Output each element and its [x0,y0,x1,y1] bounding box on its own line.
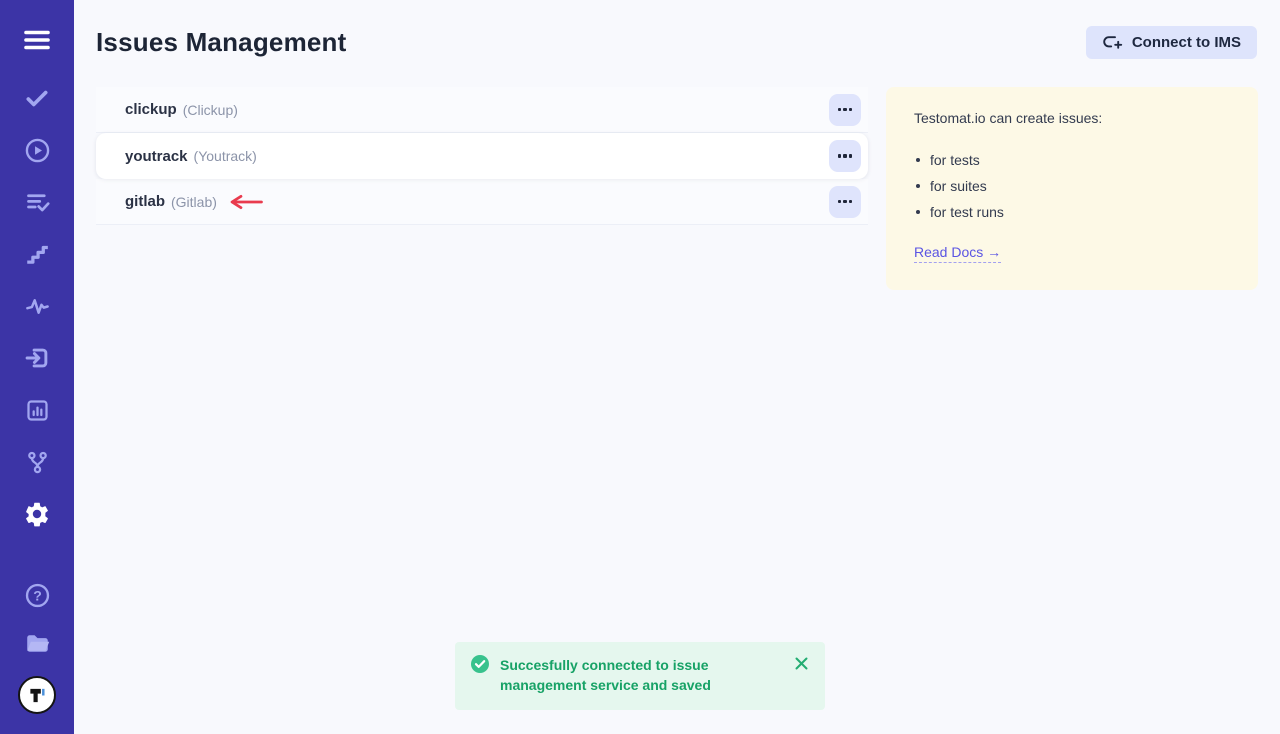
ims-name: youtrack [125,148,188,165]
svg-text:?: ? [33,587,42,603]
success-toast: Succesfully connected to issue managemen… [455,642,825,710]
ellipsis-icon[interactable] [829,186,861,218]
projects-folder-icon[interactable] [20,628,54,658]
analytics-bar-chart-icon[interactable] [20,393,54,427]
ims-provider: (Clickup) [183,102,238,118]
bullet-item: for suites [914,173,1230,199]
pulse-icon[interactable] [20,289,54,323]
red-arrow-left-icon [226,194,264,210]
close-icon[interactable] [794,655,809,671]
bullet-item: for tests [914,147,1230,173]
ellipsis-icon[interactable] [829,94,861,126]
menu-icon[interactable] [20,25,54,55]
ims-name: gitlab [125,193,165,210]
ims-provider: (Youtrack) [194,148,257,164]
info-panel-bullets: for tests for suites for test runs [914,147,1230,225]
link-plus-icon [1102,35,1123,50]
testomat-logo[interactable] [18,676,56,714]
page-title: Issues Management [96,26,347,58]
toast-message: Succesfully connected to issue managemen… [500,655,783,695]
ims-list: clickup (Clickup) youtrack (Youtrack) gi… [96,87,868,225]
ims-provider: (Gitlab) [171,194,217,210]
sidebar-bottom: ? [18,580,56,714]
main-content: Issues Management Connect to IMS clickup… [74,0,1280,734]
content-area: clickup (Clickup) youtrack (Youtrack) gi… [74,59,1280,290]
ims-row-clickup[interactable]: clickup (Clickup) [96,87,868,133]
ims-name: clickup [125,101,177,118]
runs-play-icon[interactable] [20,133,54,167]
sidebar-nav [20,81,54,531]
plans-list-check-icon[interactable] [20,185,54,219]
steps-icon[interactable] [20,237,54,271]
bullet-item: for test runs [914,199,1230,225]
ims-row-youtrack[interactable]: youtrack (Youtrack) [96,133,868,179]
connect-to-ims-label: Connect to IMS [1132,34,1241,51]
check-circle-icon [471,655,489,673]
ellipsis-icon[interactable] [829,140,861,172]
read-docs-link[interactable]: Read Docs → [914,244,1001,263]
connect-to-ims-button[interactable]: Connect to IMS [1086,26,1257,59]
page-header: Issues Management Connect to IMS [74,0,1280,59]
import-icon[interactable] [20,341,54,375]
info-panel-intro: Testomat.io can create issues: [914,110,1230,126]
ims-row-gitlab[interactable]: gitlab (Gitlab) [96,179,868,225]
sidebar: ? [0,0,74,734]
settings-gear-icon[interactable] [20,497,54,531]
help-icon[interactable]: ? [20,580,54,610]
info-panel: Testomat.io can create issues: for tests… [886,87,1258,290]
tests-check-icon[interactable] [20,81,54,115]
branch-icon[interactable] [20,445,54,479]
